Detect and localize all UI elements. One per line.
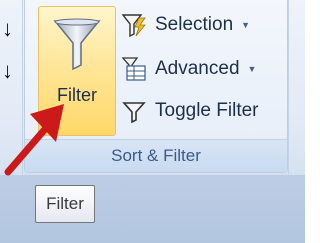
filter-button-label: Filter (57, 85, 97, 105)
chevron-down-icon-2[interactable]: ▼ (248, 64, 257, 74)
left-group-edge: ↓ ↓ (0, 0, 23, 175)
right-group-edge (288, 0, 306, 175)
toggle-filter-icon (122, 102, 146, 124)
group-label: Sort & Filter (25, 139, 287, 172)
ribbon-panel: ↓ ↓ Filter Selection ▼ Advanced ▼ Toggle… (0, 0, 305, 175)
advanced-filter-icon (121, 57, 146, 81)
chevron-down-icon[interactable]: ▼ (241, 20, 250, 30)
sort-arrow-icon[interactable]: ↓ (2, 16, 13, 42)
filter-button[interactable]: Filter (38, 6, 116, 136)
filter-tooltip: Filter (35, 185, 95, 223)
selection-label: Selection (155, 14, 234, 35)
toggle-filter-label: Toggle Filter (155, 100, 259, 121)
selection-filter-icon (121, 14, 146, 38)
funnel-icon (53, 18, 101, 71)
selection-filter-command[interactable]: Selection ▼ (121, 10, 283, 40)
sort-arrow-icon-2[interactable]: ↓ (2, 58, 13, 84)
advanced-label: Advanced (155, 58, 240, 79)
sort-filter-group: Filter Selection ▼ Advanced ▼ Toggle Fil… (24, 0, 288, 173)
toggle-filter-command[interactable]: Toggle Filter (121, 96, 283, 126)
advanced-filter-command[interactable]: Advanced ▼ (121, 54, 283, 84)
